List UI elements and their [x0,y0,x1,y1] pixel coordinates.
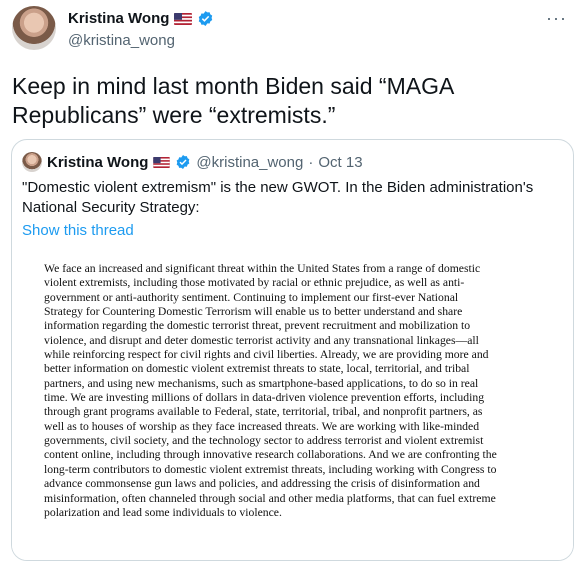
quoted-author-name: Kristina Wong [47,153,149,171]
meta-separator: · [308,153,314,171]
author-name-row: Kristina Wong [68,10,214,27]
ellipsis-icon[interactable]: ··· [546,8,567,29]
quoted-tweet[interactable]: Kristina Wong @kristina_wong · Oct 13 "D… [11,139,574,561]
author-name[interactable]: Kristina Wong [68,10,169,27]
quoted-date: Oct 13 [318,153,363,171]
document-image[interactable]: We face an increased and significant thr… [12,250,573,560]
us-flag-icon [153,156,171,168]
author-handle[interactable]: @kristina_wong [68,32,175,49]
document-excerpt: We face an increased and significant thr… [44,262,497,519]
verified-badge-icon [177,155,190,169]
quoted-header: Kristina Wong @kristina_wong · Oct 13 [22,152,363,172]
quoted-avatar [22,152,42,172]
show-thread-link[interactable]: Show this thread [22,222,134,239]
us-flag-icon [174,12,193,25]
quoted-handle: @kristina_wong [196,153,304,171]
tweet-text: Keep in mind last month Biden said “MAGA… [12,73,454,128]
author-avatar[interactable] [12,6,56,50]
verified-badge-icon [199,11,213,26]
quoted-text: "Domestic violent extremism" is the new … [22,179,534,216]
